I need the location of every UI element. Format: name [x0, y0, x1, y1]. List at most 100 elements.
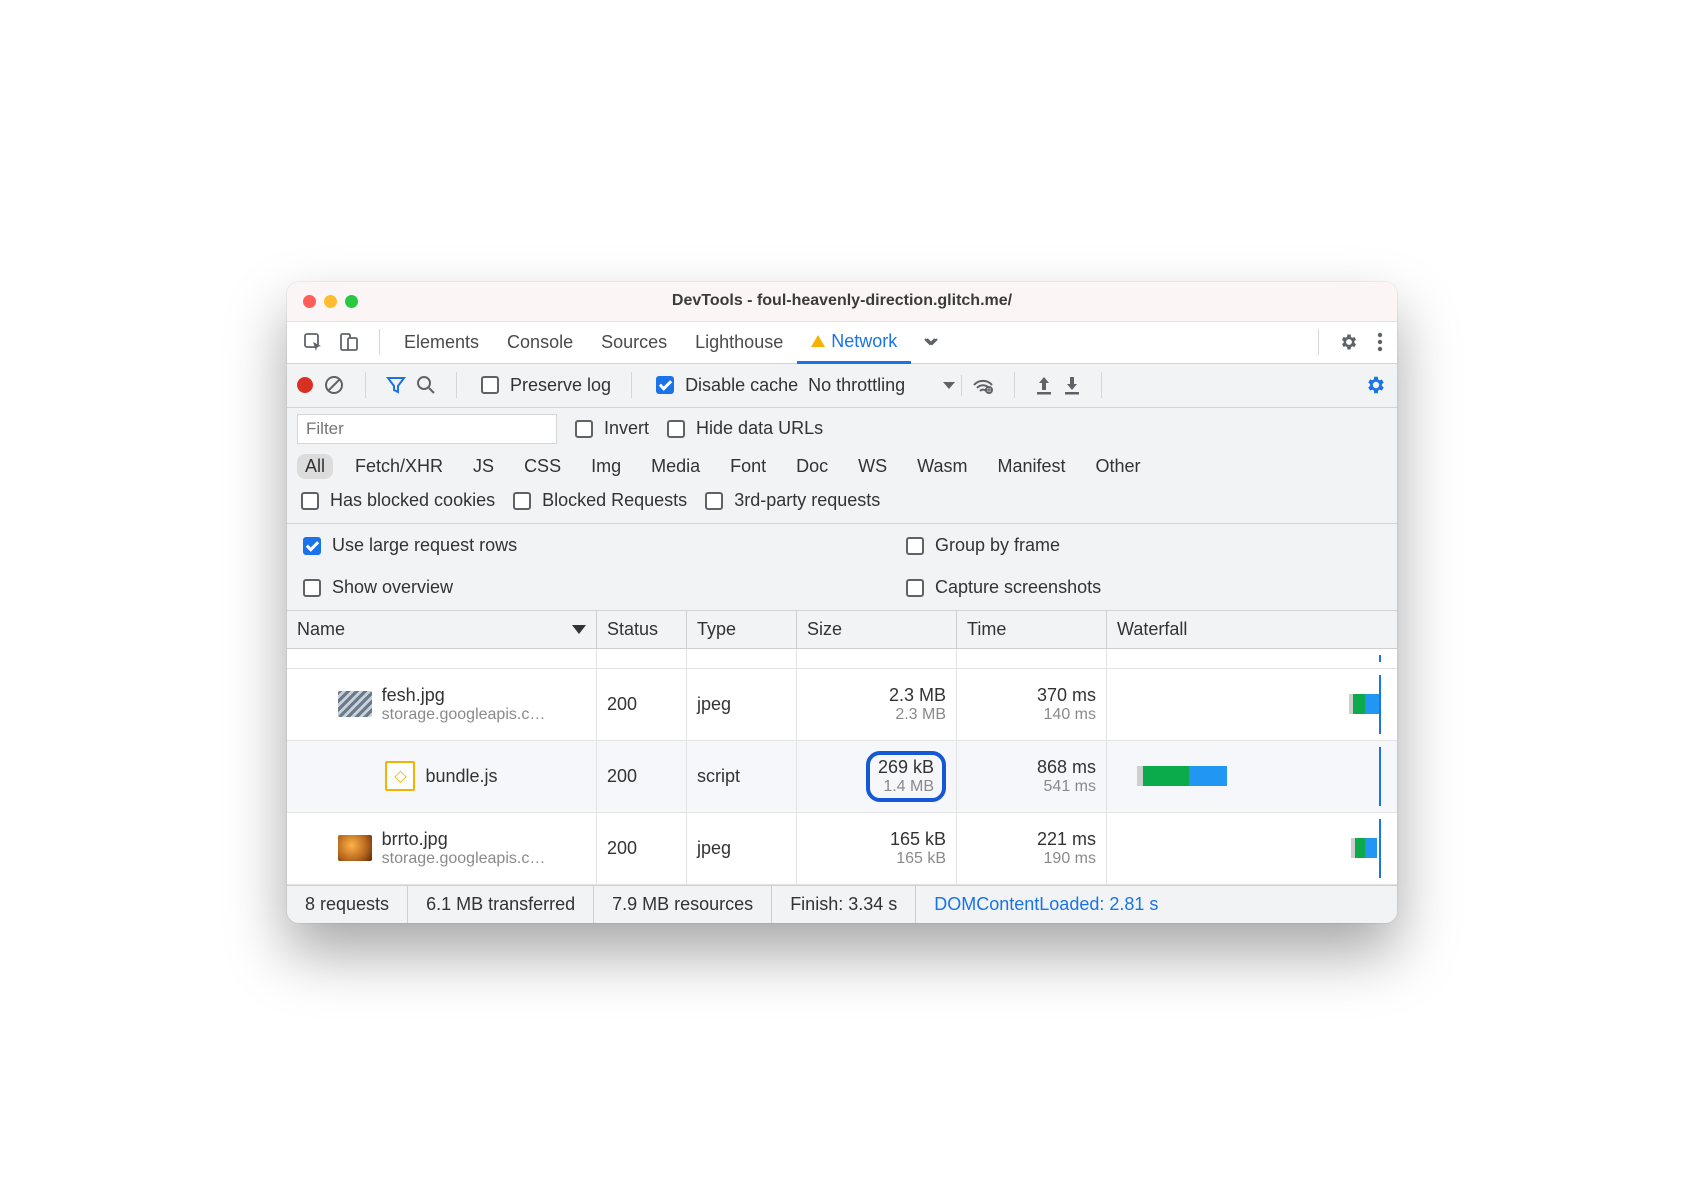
cell-size: 2.3 MB2.3 MB: [797, 669, 957, 740]
partial-row: [287, 649, 1397, 669]
divider: [631, 372, 632, 398]
divider: [456, 372, 457, 398]
file-domain: storage.googleapis.c…: [382, 706, 546, 724]
cell-time: 868 ms541 ms: [957, 741, 1107, 812]
type-chip-ws[interactable]: WS: [850, 454, 895, 479]
col-label: Name: [297, 619, 345, 640]
minimize-icon[interactable]: [324, 295, 337, 308]
col-waterfall[interactable]: Waterfall: [1107, 611, 1397, 648]
network-conditions-icon[interactable]: [972, 375, 994, 395]
file-thumbnail: [338, 835, 372, 861]
filter-input[interactable]: [297, 414, 557, 444]
throttling-label: No throttling: [808, 375, 905, 396]
checkbox-label: Group by frame: [935, 535, 1060, 556]
tab-network[interactable]: Network: [797, 322, 911, 364]
cell-waterfall: [1107, 741, 1397, 812]
tab-console[interactable]: Console: [493, 321, 587, 363]
type-chip-wasm[interactable]: Wasm: [909, 454, 975, 479]
large-rows-checkbox[interactable]: Use large request rows: [299, 534, 842, 558]
has-blocked-cookies-checkbox[interactable]: Has blocked cookies: [297, 489, 495, 513]
record-icon[interactable]: [297, 377, 313, 393]
type-chip-all[interactable]: All: [297, 454, 333, 479]
type-chip-doc[interactable]: Doc: [788, 454, 836, 479]
checkbox-label: Preserve log: [510, 375, 611, 396]
col-type[interactable]: Type: [687, 611, 797, 648]
cell-type: script: [687, 741, 797, 812]
invert-checkbox[interactable]: Invert: [571, 417, 649, 441]
download-har-icon[interactable]: [1063, 375, 1081, 395]
close-icon[interactable]: [303, 295, 316, 308]
table-row[interactable]: fesh.jpg storage.googleapis.c… 200 jpeg …: [287, 669, 1397, 741]
search-icon[interactable]: [416, 375, 436, 395]
inspect-icon[interactable]: [303, 332, 323, 352]
cell-time: 370 ms140 ms: [957, 669, 1107, 740]
type-chip-font[interactable]: Font: [722, 454, 774, 479]
checkbox-label: Invert: [604, 418, 649, 439]
clear-icon[interactable]: [323, 374, 345, 396]
type-chip-manifest[interactable]: Manifest: [990, 454, 1074, 479]
col-name[interactable]: Name: [287, 611, 597, 648]
show-overview-checkbox[interactable]: Show overview: [299, 576, 842, 600]
type-chip-media[interactable]: Media: [643, 454, 708, 479]
tab-sources[interactable]: Sources: [587, 321, 681, 363]
type-chip-js[interactable]: JS: [465, 454, 502, 479]
status-resources: 7.9 MB resources: [594, 886, 772, 923]
cell-waterfall: [1107, 669, 1397, 740]
type-chip-fetchxhr[interactable]: Fetch/XHR: [347, 454, 451, 479]
file-name: bundle.js: [425, 766, 497, 787]
col-label: Waterfall: [1117, 619, 1187, 640]
type-chip-css[interactable]: CSS: [516, 454, 569, 479]
zoom-icon[interactable]: [345, 295, 358, 308]
file-domain: storage.googleapis.c…: [382, 850, 546, 868]
type-chip-other[interactable]: Other: [1088, 454, 1149, 479]
col-label: Type: [697, 619, 736, 640]
filters-bar: Invert Hide data URLs All Fetch/XHR JS CSS I…: [287, 408, 1397, 524]
col-label: Status: [607, 619, 658, 640]
capture-screenshots-checkbox[interactable]: Capture screenshots: [842, 576, 1385, 600]
checkbox-label: Show overview: [332, 577, 453, 598]
upload-har-icon[interactable]: [1035, 375, 1053, 395]
col-time[interactable]: Time: [957, 611, 1107, 648]
throttling-select[interactable]: No throttling: [808, 375, 962, 396]
col-status[interactable]: Status: [597, 611, 687, 648]
divider: [365, 372, 366, 398]
blocked-requests-checkbox[interactable]: Blocked Requests: [509, 489, 687, 513]
type-chip-img[interactable]: Img: [583, 454, 629, 479]
cell-waterfall: [1107, 813, 1397, 884]
status-bar: 8 requests 6.1 MB transferred 7.9 MB res…: [287, 885, 1397, 923]
col-label: Size: [807, 619, 842, 640]
table-row[interactable]: brrto.jpg storage.googleapis.c… 200 jpeg…: [287, 813, 1397, 885]
network-toolbar: Preserve log Disable cache No throttling: [287, 364, 1397, 408]
cell-status: 200: [597, 741, 687, 812]
device-icon[interactable]: [339, 332, 359, 352]
preserve-log-checkbox[interactable]: Preserve log: [477, 373, 611, 397]
tab-label: Network: [831, 331, 897, 352]
tab-label: Lighthouse: [695, 332, 783, 353]
col-size[interactable]: Size: [797, 611, 957, 648]
table-row[interactable]: bundle.js 200 script 269 kB1.4 MB 868 ms…: [287, 741, 1397, 813]
file-name: brrto.jpg: [382, 829, 546, 850]
third-party-checkbox[interactable]: 3rd-party requests: [701, 489, 880, 513]
type-filters: All Fetch/XHR JS CSS Img Media Font Doc WS Wasm Ma…: [297, 454, 1387, 479]
divider: [379, 329, 380, 355]
more-tabs-icon[interactable]: [911, 333, 949, 351]
table-body: fesh.jpg storage.googleapis.c… 200 jpeg …: [287, 649, 1397, 885]
file-name: fesh.jpg: [382, 685, 546, 706]
size-highlight: 269 kB1.4 MB: [866, 751, 946, 802]
kebab-icon[interactable]: [1369, 332, 1391, 352]
panel-tabs: Elements Console Sources Lighthouse Netw…: [287, 322, 1397, 364]
divider: [1101, 372, 1102, 398]
divider: [1318, 329, 1319, 355]
filter-icon[interactable]: [386, 375, 406, 395]
disable-cache-checkbox[interactable]: Disable cache: [652, 373, 798, 397]
sort-icon: [572, 625, 586, 634]
checkbox-label: Hide data URLs: [696, 418, 823, 439]
settings-icon[interactable]: [1329, 332, 1369, 352]
network-settings-icon[interactable]: [1365, 374, 1387, 396]
tab-elements[interactable]: Elements: [390, 321, 493, 363]
cell-type: jpeg: [687, 813, 797, 884]
group-by-frame-checkbox[interactable]: Group by frame: [842, 534, 1385, 558]
hide-data-urls-checkbox[interactable]: Hide data URLs: [663, 417, 823, 441]
titlebar: DevTools - foul-heavenly-direction.glitc…: [287, 282, 1397, 322]
tab-lighthouse[interactable]: Lighthouse: [681, 321, 797, 363]
